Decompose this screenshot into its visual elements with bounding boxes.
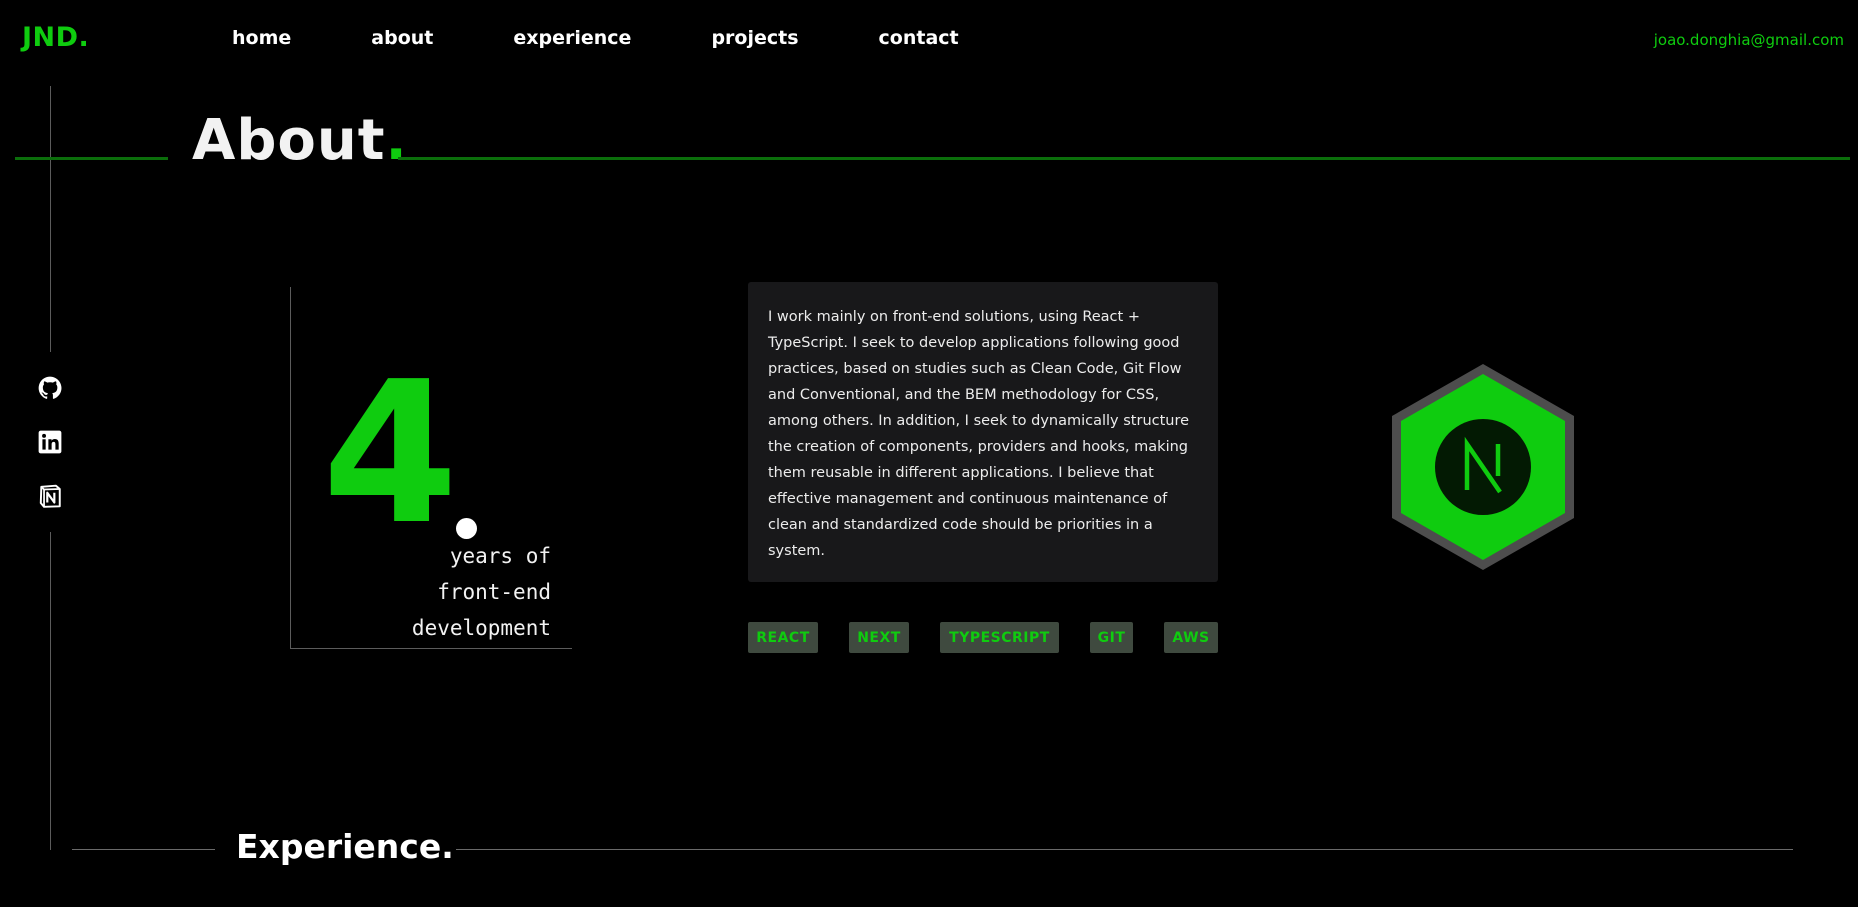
skill-tag: AWS: [1164, 622, 1218, 653]
about-divider-right: [398, 157, 1850, 160]
years-number: 4: [322, 340, 459, 568]
site-logo[interactable]: JND.: [22, 22, 89, 53]
nav-projects[interactable]: projects: [711, 27, 798, 49]
nav-experience[interactable]: experience: [513, 27, 631, 49]
linkedin-icon[interactable]: [36, 428, 64, 456]
skill-tags: REACT NEXT TYPESCRIPT GIT AWS: [748, 622, 1218, 653]
experience-divider-right: [456, 849, 1793, 850]
experience-heading: Experience.: [236, 827, 454, 866]
page: JND. home about experience projects cont…: [0, 0, 1858, 907]
notion-icon[interactable]: [36, 482, 64, 510]
years-caption: years of front-end development: [412, 538, 551, 646]
about-heading-dot: .: [385, 108, 408, 173]
nav-home[interactable]: home: [232, 27, 291, 49]
rail-divider-top: [50, 86, 51, 352]
rail-divider-bottom: [50, 532, 51, 850]
about-heading-text: About: [192, 108, 386, 173]
main-nav: home about experience projects contact: [232, 27, 1039, 49]
nav-contact[interactable]: contact: [879, 27, 959, 49]
years-caption-line: front-end: [437, 580, 551, 604]
years-dot: [456, 518, 477, 539]
skill-tag: GIT: [1090, 622, 1133, 653]
years-frame-left: [290, 287, 291, 649]
about-description-card: I work mainly on front-end solutions, us…: [748, 282, 1218, 582]
nav-about[interactable]: about: [371, 27, 433, 49]
skill-tag: REACT: [748, 622, 818, 653]
years-frame-bottom: [290, 648, 572, 649]
nextjs-icon: [1390, 362, 1576, 572]
about-description: I work mainly on front-end solutions, us…: [768, 309, 1190, 559]
about-divider-left: [15, 157, 168, 160]
github-icon[interactable]: [36, 374, 64, 402]
years-caption-line: development: [411, 616, 551, 640]
contact-email-link[interactable]: joao.donghia@gmail.com: [1654, 31, 1844, 49]
experience-divider-left: [72, 849, 215, 850]
about-heading: About.: [192, 113, 408, 169]
years-caption-line: years of: [449, 544, 551, 568]
skill-tag: TYPESCRIPT: [940, 622, 1059, 653]
skill-tag: NEXT: [849, 622, 909, 653]
